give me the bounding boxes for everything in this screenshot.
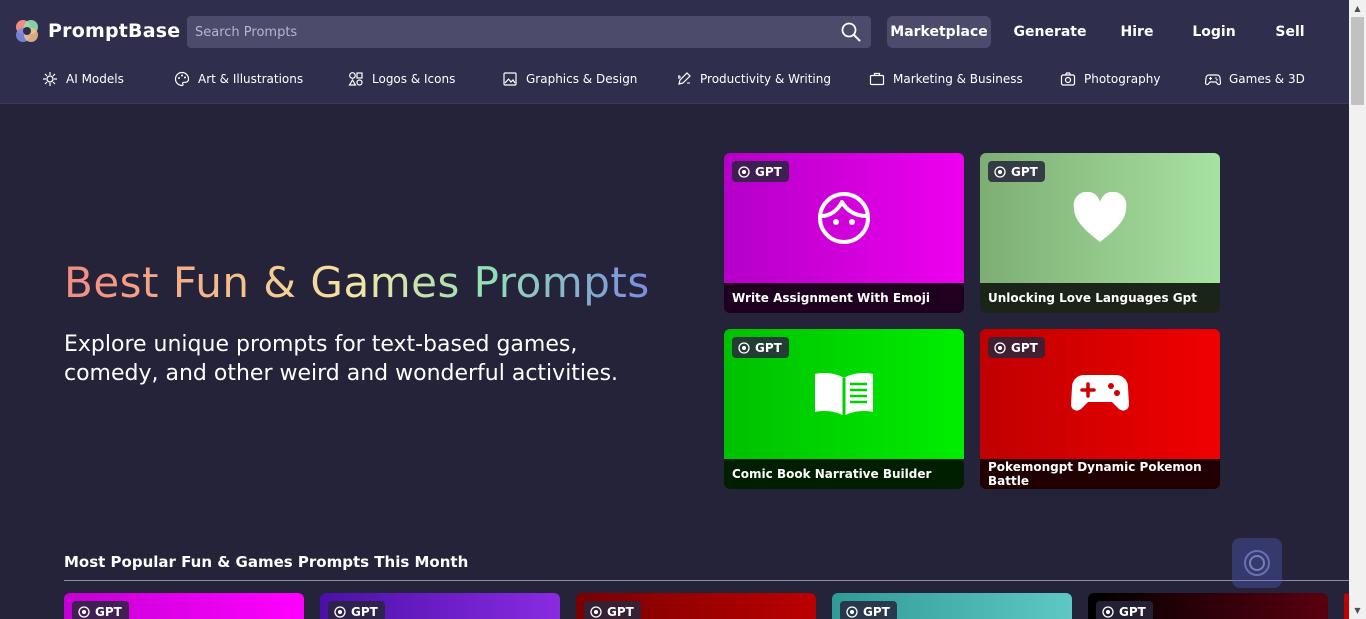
category-ai-models[interactable]: AI Models xyxy=(42,71,124,87)
book-icon xyxy=(815,373,873,416)
badge-label: GPT xyxy=(1011,340,1038,355)
gpt-icon xyxy=(1102,605,1114,618)
logo[interactable]: PromptBase xyxy=(14,18,180,44)
floating-assistant-button[interactable] xyxy=(1232,538,1282,588)
logo-text: PromptBase xyxy=(48,20,181,42)
card-title: Unlocking Love Languages Gpt xyxy=(980,283,1220,313)
featured-card[interactable]: Unlocking Love Languages Gpt GPT xyxy=(980,153,1220,313)
badge-label: GPT xyxy=(607,604,634,619)
popular-card[interactable]: GPT xyxy=(1088,593,1328,619)
shapes-icon xyxy=(348,72,363,86)
palette-icon xyxy=(174,71,190,87)
search-button[interactable] xyxy=(831,16,871,48)
image-icon xyxy=(503,72,517,86)
model-badge: GPT xyxy=(584,601,641,619)
category-label: Graphics & Design xyxy=(526,72,638,86)
model-badge: GPT xyxy=(328,601,385,619)
featured-card[interactable]: Comic Book Narrative Builder GPT xyxy=(724,329,964,489)
gpt-icon xyxy=(846,605,858,618)
model-badge: GPT xyxy=(988,161,1045,182)
briefcase-icon xyxy=(869,72,885,86)
category-graphics-design[interactable]: Graphics & Design xyxy=(502,71,637,87)
badge-label: GPT xyxy=(1011,164,1038,179)
card-title: Pokemongpt Dynamic Pokemon Battle xyxy=(980,459,1220,489)
popular-card[interactable]: GPT xyxy=(64,593,304,619)
top-header: PromptBase Marketplace Generate Hire Log… xyxy=(0,0,1349,104)
category-label: Art & Illustrations xyxy=(198,72,304,86)
scroll-up-icon[interactable]: ▲ xyxy=(1349,0,1366,17)
heart-icon xyxy=(1073,192,1127,242)
category-nav: AI Models Art & Illustrations Logos & Ic… xyxy=(0,64,1349,96)
popular-card[interactable]: GPT xyxy=(320,593,560,619)
search-icon xyxy=(841,22,861,42)
ai-models-icon xyxy=(43,72,57,86)
badge-label: GPT xyxy=(1119,604,1146,619)
gpt-icon xyxy=(994,341,1006,354)
badge-label: GPT xyxy=(755,340,782,355)
card-title: Comic Book Narrative Builder xyxy=(724,459,964,489)
badge-label: GPT xyxy=(351,604,378,619)
page-scrollbar[interactable]: ▲ ▼ xyxy=(1349,0,1366,619)
hero-title: Best Fun & Games Prompts xyxy=(64,258,650,307)
model-badge: GPT xyxy=(732,337,789,358)
scroll-thumb[interactable] xyxy=(1351,17,1364,105)
section-divider xyxy=(64,580,1349,581)
model-badge: GPT xyxy=(988,337,1045,358)
gpt-icon xyxy=(994,165,1006,178)
spiral-icon xyxy=(1244,550,1270,576)
model-badge: GPT xyxy=(840,601,897,619)
category-label: Photography xyxy=(1084,72,1161,86)
model-badge: GPT xyxy=(72,601,129,619)
gpt-icon xyxy=(738,165,750,178)
model-badge: GPT xyxy=(732,161,789,182)
category-games-3d[interactable]: Games & 3D xyxy=(1205,71,1305,87)
gpt-icon xyxy=(334,605,346,618)
popular-card[interactable]: GPT xyxy=(832,593,1072,619)
featured-card[interactable]: Write Assignment With Emoji GPT xyxy=(724,153,964,313)
gpt-icon xyxy=(78,605,90,618)
category-photography[interactable]: Photography xyxy=(1060,71,1160,87)
category-marketing-business[interactable]: Marketing & Business xyxy=(869,71,1023,87)
nav-generate-button[interactable]: Generate xyxy=(1010,16,1090,48)
scroll-down-icon[interactable]: ▼ xyxy=(1349,602,1366,619)
badge-label: GPT xyxy=(95,604,122,619)
category-label: AI Models xyxy=(66,72,124,86)
section-title: Most Popular Fun & Games Prompts This Mo… xyxy=(64,553,469,571)
logo-icon xyxy=(16,20,38,42)
face-icon xyxy=(818,192,870,244)
category-label: Marketing & Business xyxy=(893,72,1023,86)
nav-sell-button[interactable]: Sell xyxy=(1268,16,1312,48)
category-art-illustrations[interactable]: Art & Illustrations xyxy=(174,71,303,87)
search-bar xyxy=(187,16,871,48)
card-title: Write Assignment With Emoji xyxy=(724,283,964,313)
hero-subtitle: Explore unique prompts for text-based ga… xyxy=(64,332,619,386)
search-input[interactable] xyxy=(187,16,831,48)
gpt-icon xyxy=(590,605,602,618)
camera-icon xyxy=(1060,72,1076,86)
badge-label: GPT xyxy=(863,604,890,619)
category-label: Logos & Icons xyxy=(372,72,456,86)
nav-marketplace-button[interactable]: Marketplace xyxy=(887,16,991,48)
pen-icon xyxy=(678,72,691,85)
category-label: Productivity & Writing xyxy=(700,72,831,86)
nav-login-button[interactable]: Login xyxy=(1186,16,1242,48)
badge-label: GPT xyxy=(755,164,782,179)
gamepad-icon xyxy=(1071,375,1129,411)
featured-card[interactable]: Pokemongpt Dynamic Pokemon Battle GPT xyxy=(980,329,1220,489)
category-label: Games & 3D xyxy=(1229,72,1305,86)
category-productivity-writing[interactable]: Productivity & Writing xyxy=(676,71,831,87)
popular-card[interactable]: GPT xyxy=(576,593,816,619)
model-badge: GPT xyxy=(1096,601,1153,619)
category-logos-icons[interactable]: Logos & Icons xyxy=(348,71,455,87)
gpt-icon xyxy=(738,341,750,354)
gamepad-icon xyxy=(1205,74,1221,86)
nav-hire-button[interactable]: Hire xyxy=(1112,16,1162,48)
